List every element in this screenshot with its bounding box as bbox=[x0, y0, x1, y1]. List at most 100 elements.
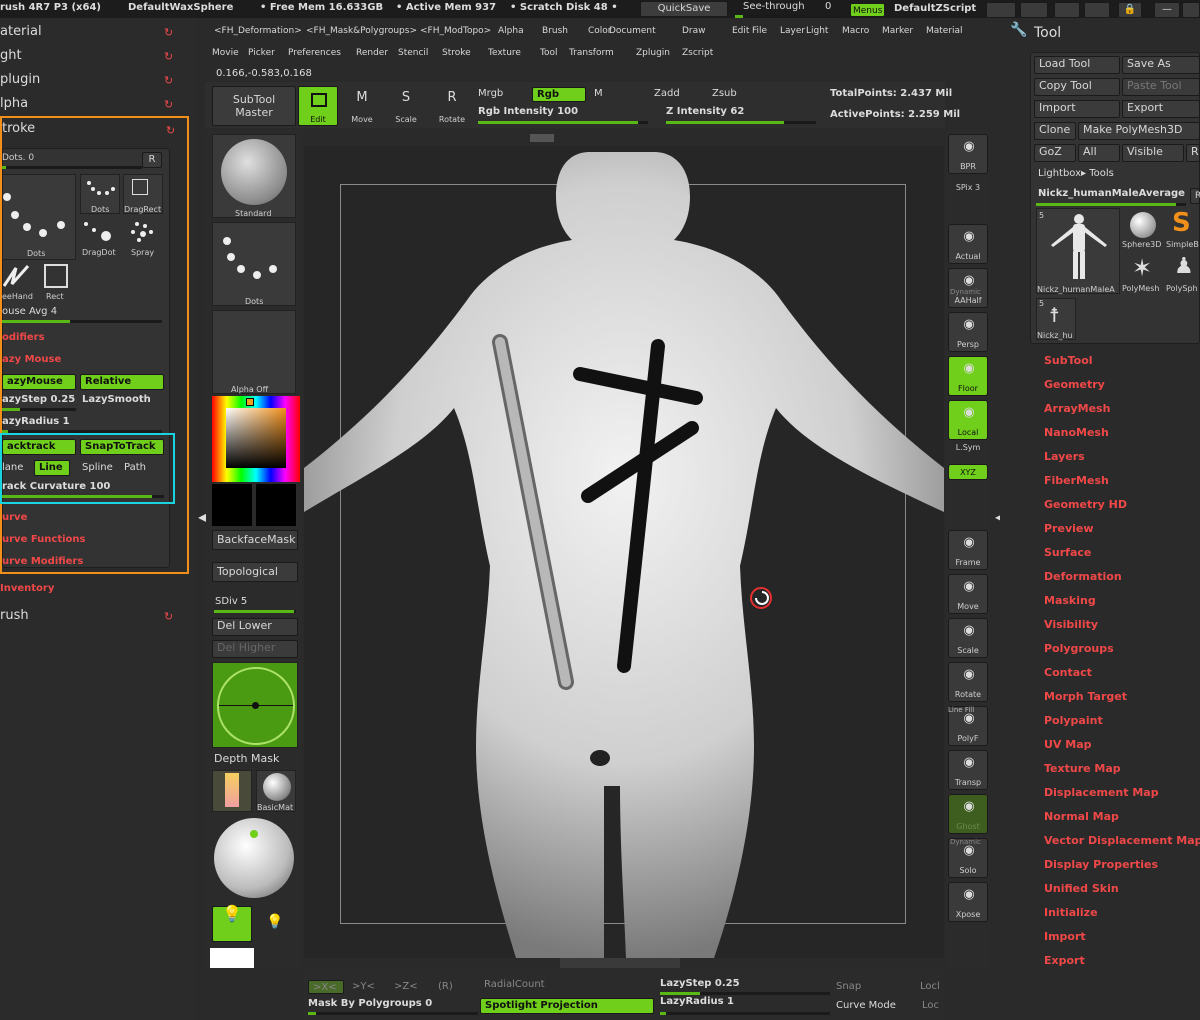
make-polymesh3d-button[interactable]: Make PolyMesh3D bbox=[1078, 122, 1200, 140]
lock-icon[interactable]: 🔒 bbox=[1118, 2, 1142, 18]
alpha-slot[interactable]: Alpha Off bbox=[212, 310, 296, 394]
close-icon[interactable] bbox=[1182, 2, 1200, 18]
stroke-spray[interactable]: Spray bbox=[123, 218, 163, 258]
menu-item[interactable]: Marker bbox=[882, 26, 913, 36]
current-tool-reset-button[interactable]: R bbox=[1190, 188, 1200, 204]
tool-section-nanomesh[interactable]: NanoMesh bbox=[1044, 426, 1109, 439]
menu-item[interactable]: <FH_Deformation> bbox=[214, 26, 302, 36]
tool-section-vector-displacement-map[interactable]: Vector Displacement Map bbox=[1044, 834, 1200, 847]
lazysmooth-slider-label[interactable]: LazySmooth bbox=[82, 394, 151, 405]
hue-marker[interactable] bbox=[246, 398, 254, 406]
tool-thumb-polymesh[interactable]: ✶ PolyMesh bbox=[1122, 252, 1162, 294]
m-toggle[interactable]: M bbox=[594, 88, 603, 99]
reset-button[interactable]: R bbox=[142, 152, 162, 168]
tool-thumb-sphere3d[interactable]: Sphere3D bbox=[1122, 208, 1162, 250]
goz-button[interactable]: GoZ bbox=[1034, 144, 1076, 162]
r-button[interactable]: R bbox=[1186, 144, 1200, 162]
zadd-toggle[interactable]: Zadd bbox=[654, 88, 680, 99]
stroke-dragdot[interactable]: DragDot bbox=[80, 218, 120, 258]
track-curvature-label[interactable]: rack Curvature 100 bbox=[2, 481, 110, 492]
stroke-palette-title[interactable]: troke bbox=[2, 121, 35, 136]
palette-brush[interactable]: rush bbox=[0, 608, 29, 623]
tool-section-uv-map[interactable]: UV Map bbox=[1044, 738, 1092, 751]
z-intensity-slider[interactable] bbox=[666, 121, 816, 124]
line-option[interactable]: Line bbox=[34, 460, 70, 476]
palette-light[interactable]: ght bbox=[0, 48, 22, 63]
stroke-freehand[interactable]: eeHand bbox=[2, 262, 38, 302]
material-slot[interactable]: BasicMat bbox=[256, 770, 296, 812]
mask-pg-slider[interactable] bbox=[308, 1012, 478, 1015]
current-tool-name[interactable]: Nickz_humanMaleAverage bbox=[1038, 188, 1185, 199]
menu-item[interactable]: <FH_Mask&Polygroups> bbox=[306, 26, 417, 36]
layout2-icon[interactable] bbox=[1020, 2, 1048, 18]
tool-section-morph-target[interactable]: Morph Target bbox=[1044, 690, 1127, 703]
menu-item[interactable]: Draw bbox=[682, 26, 706, 36]
menu-item[interactable]: Stencil bbox=[398, 48, 428, 58]
curve-functions-section[interactable]: urve Functions bbox=[2, 534, 85, 545]
loc-toggle[interactable]: Loc bbox=[922, 1000, 939, 1011]
tool-section-polygroups[interactable]: Polygroups bbox=[1044, 642, 1114, 655]
shelf-floor-button[interactable]: ◉ Floor bbox=[948, 356, 988, 396]
menu-item[interactable]: Zplugin bbox=[636, 48, 670, 58]
locl-toggle[interactable]: Locl bbox=[920, 981, 940, 992]
tool-section-deformation[interactable]: Deformation bbox=[1044, 570, 1122, 583]
radial-count-label[interactable]: RadialCount bbox=[484, 979, 545, 990]
tool-thumb-polysphere[interactable]: ♟ PolySph bbox=[1166, 252, 1200, 294]
tool-section-export[interactable]: Export bbox=[1044, 954, 1085, 967]
clone-button[interactable]: Clone bbox=[1034, 122, 1076, 140]
plane-option[interactable]: lane bbox=[2, 462, 23, 473]
tool-section-layers[interactable]: Layers bbox=[1044, 450, 1085, 463]
lazymouse-toggle[interactable]: azyMouse bbox=[2, 374, 76, 390]
tool-section-arraymesh[interactable]: ArrayMesh bbox=[1044, 402, 1110, 415]
del-higher-button[interactable]: Del Higher bbox=[212, 640, 298, 658]
popout-icon[interactable]: ↻ bbox=[164, 26, 173, 39]
all-button[interactable]: All bbox=[1078, 144, 1120, 162]
sdiv-slider[interactable] bbox=[214, 610, 296, 613]
tool-section-geometry-hd[interactable]: Geometry HD bbox=[1044, 498, 1127, 511]
lazy-mouse-section[interactable]: azy Mouse bbox=[2, 354, 61, 365]
tool-section-surface[interactable]: Surface bbox=[1044, 546, 1091, 559]
light-dot[interactable] bbox=[250, 830, 258, 838]
menu-item[interactable]: Edit bbox=[732, 26, 749, 36]
import-button[interactable]: Import bbox=[1034, 100, 1120, 118]
export-button[interactable]: Export bbox=[1122, 100, 1200, 118]
tool-section-masking[interactable]: Masking bbox=[1044, 594, 1096, 607]
popout-icon[interactable]: ↻ bbox=[166, 124, 175, 137]
menu-item[interactable]: <FH_ModTopo> bbox=[420, 26, 491, 36]
light-bulb-off-icon[interactable]: 💡 bbox=[266, 914, 283, 930]
curve-mode-toggle[interactable]: Curve Mode bbox=[836, 1000, 896, 1011]
menu-item[interactable]: Zscript bbox=[682, 48, 713, 58]
tool-section-fibermesh[interactable]: FiberMesh bbox=[1044, 474, 1109, 487]
tool-section-visibility[interactable]: Visibility bbox=[1044, 618, 1098, 631]
menu-item[interactable]: Render bbox=[356, 48, 388, 58]
shelf-move-button[interactable]: ◉ Move bbox=[948, 574, 988, 614]
main-color-swatch[interactable] bbox=[212, 484, 252, 526]
mask-by-polygroups-label[interactable]: Mask By Polygroups 0 bbox=[308, 998, 432, 1009]
texture-slot[interactable] bbox=[212, 770, 252, 812]
menu-item[interactable]: Document bbox=[609, 26, 656, 36]
canvas-scroll-handle[interactable] bbox=[560, 958, 680, 968]
shelf-spix-3-button[interactable]: SPix 3 bbox=[948, 180, 988, 194]
tool-section-geometry[interactable]: Geometry bbox=[1044, 378, 1105, 391]
secondary-color-swatch[interactable] bbox=[256, 484, 296, 526]
palette-alpha[interactable]: lpha bbox=[0, 96, 28, 111]
menu-item[interactable]: Stroke bbox=[442, 48, 471, 58]
light-sphere[interactable] bbox=[214, 818, 294, 898]
lazyradius-slider-label[interactable]: azyRadius 1 bbox=[2, 416, 70, 427]
popout-icon[interactable]: ↻ bbox=[164, 610, 173, 623]
light-color-swatch[interactable] bbox=[210, 948, 254, 968]
spotlight-projection-toggle[interactable]: Spotlight Projection bbox=[480, 998, 654, 1014]
stroke-dragrect[interactable]: DragRect bbox=[123, 174, 163, 214]
menu-item[interactable]: Light bbox=[806, 26, 828, 36]
curve-modifiers-section[interactable]: urve Modifiers bbox=[2, 556, 83, 567]
menu-item[interactable]: Picker bbox=[248, 48, 275, 58]
tool-slider[interactable] bbox=[1036, 203, 1186, 206]
menus-toggle[interactable]: Menus bbox=[850, 3, 886, 17]
menu-item[interactable]: Brush bbox=[542, 26, 568, 36]
del-lower-button[interactable]: Del Lower bbox=[212, 618, 298, 636]
tool-section-polypaint[interactable]: Polypaint bbox=[1044, 714, 1103, 727]
light-bulb-icon[interactable]: 💡 bbox=[212, 906, 252, 942]
snap-toggle[interactable]: Snap bbox=[836, 981, 861, 992]
relative-toggle[interactable]: Relative bbox=[80, 374, 164, 390]
zsub-toggle[interactable]: Zsub bbox=[712, 88, 737, 99]
